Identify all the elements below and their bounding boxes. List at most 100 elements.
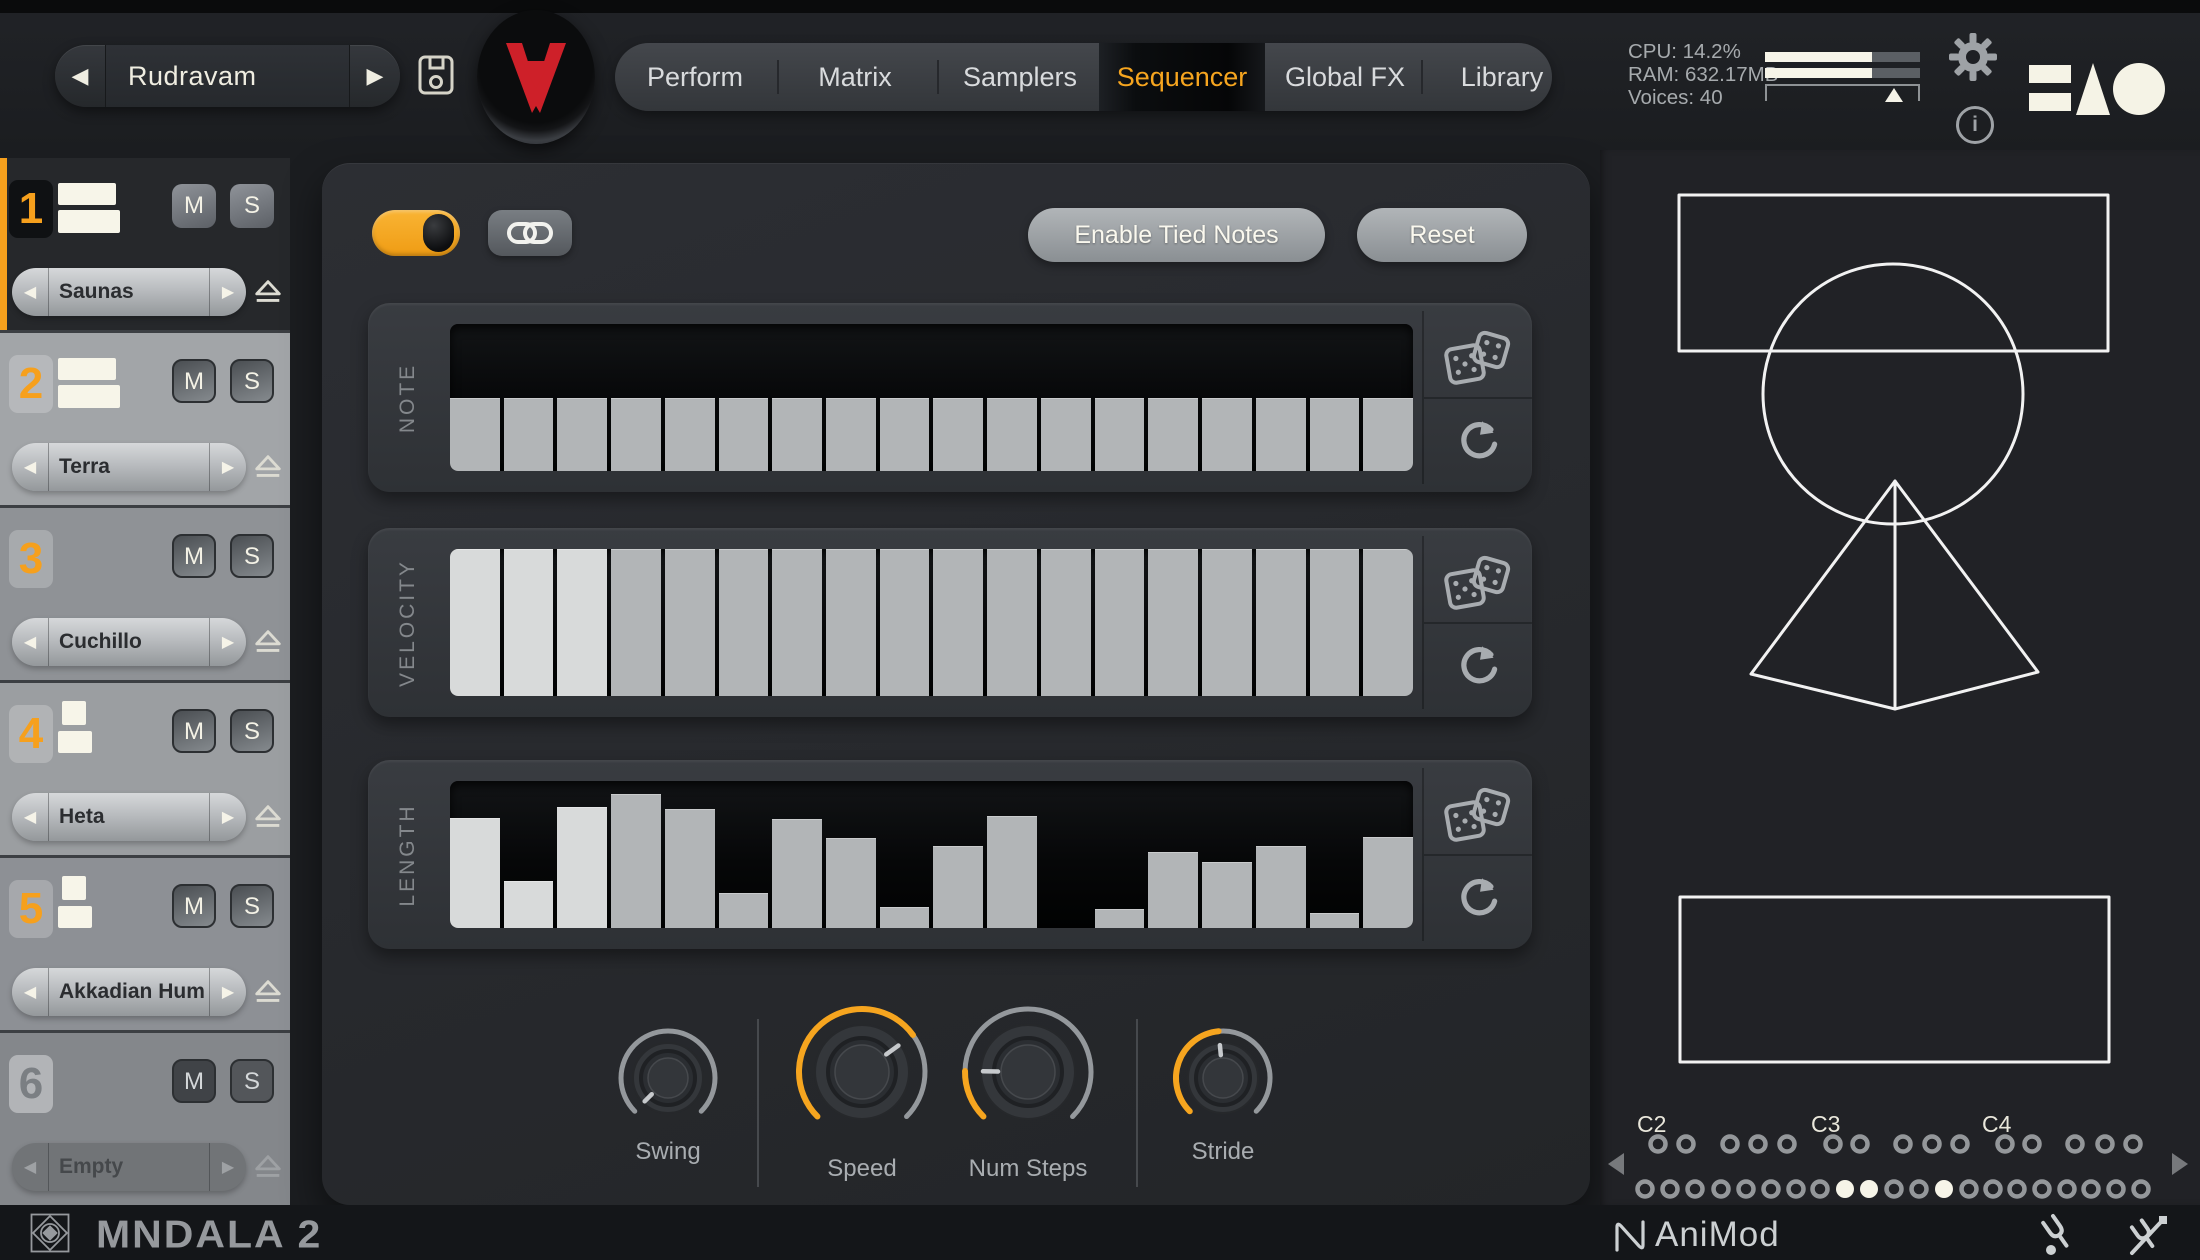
white-key-dot[interactable] — [1714, 1182, 1729, 1197]
step-bar[interactable] — [1041, 549, 1091, 696]
white-key-dot[interactable] — [1912, 1182, 1927, 1197]
tuning-fork-disabled-icon[interactable] — [2126, 1213, 2170, 1257]
mute-button[interactable]: M — [172, 884, 216, 928]
black-key-dot[interactable] — [2098, 1137, 2113, 1152]
chevron-right-icon[interactable]: ▶ — [209, 968, 246, 1016]
knob-num-steps[interactable] — [948, 992, 1108, 1152]
step-bar[interactable] — [1095, 909, 1145, 928]
knob-swing[interactable] — [588, 998, 748, 1158]
sequencer-enable-toggle[interactable] — [372, 210, 460, 256]
tab-global-fx[interactable]: Global FX — [1285, 43, 1405, 111]
step-bar[interactable] — [933, 398, 983, 472]
keyboard-scroll-right-icon[interactable] — [2172, 1153, 2188, 1175]
black-key-dot[interactable] — [1925, 1137, 1940, 1152]
tab-library[interactable]: Library — [1461, 43, 1544, 111]
solo-button[interactable]: S — [230, 709, 274, 753]
toggle-knob[interactable] — [423, 214, 454, 252]
step-bar[interactable] — [880, 907, 930, 928]
solo-button[interactable]: S — [230, 884, 274, 928]
black-key-dot[interactable] — [1679, 1137, 1694, 1152]
mute-button[interactable]: M — [172, 184, 216, 228]
white-key-dot-active[interactable] — [1935, 1180, 1953, 1198]
step-bar[interactable] — [1310, 913, 1360, 928]
step-bar[interactable] — [504, 549, 554, 696]
row-reset-icon[interactable] — [1454, 872, 1504, 922]
white-key-dot[interactable] — [1764, 1182, 1779, 1197]
output-slider[interactable] — [1765, 84, 1920, 101]
step-bar[interactable] — [450, 818, 500, 928]
chevron-left-icon[interactable]: ◀ — [12, 968, 49, 1016]
step-bar[interactable] — [1041, 398, 1091, 472]
tab-matrix[interactable]: Matrix — [818, 43, 892, 111]
step-bar[interactable] — [826, 838, 876, 928]
randomize-dice-icon[interactable] — [1442, 554, 1514, 618]
row-reset-icon[interactable] — [1454, 640, 1504, 690]
step-bar[interactable] — [1202, 862, 1252, 928]
step-bar[interactable] — [772, 549, 822, 696]
white-key-dot[interactable] — [1813, 1182, 1828, 1197]
sampler-slot-1[interactable]: 1MS◀Saunas▶ — [0, 158, 290, 330]
sampler-slot-4[interactable]: 4MS◀Heta▶ — [0, 683, 290, 855]
step-bar[interactable] — [933, 549, 983, 696]
step-bar[interactable] — [987, 816, 1037, 928]
step-bar[interactable] — [772, 398, 822, 472]
black-key-dot[interactable] — [2025, 1137, 2040, 1152]
eject-icon[interactable] — [252, 803, 284, 831]
step-bar[interactable] — [611, 549, 661, 696]
step-bar[interactable] — [665, 549, 715, 696]
step-bar[interactable] — [557, 398, 607, 472]
randomize-dice-icon[interactable] — [1442, 329, 1514, 393]
step-bar[interactable] — [1095, 549, 1145, 696]
black-key-dot[interactable] — [1853, 1137, 1868, 1152]
step-bar[interactable] — [1363, 837, 1413, 928]
eject-icon[interactable] — [252, 628, 284, 656]
chevron-left-icon[interactable]: ◀ — [12, 618, 49, 666]
step-bar[interactable] — [933, 846, 983, 928]
sample-selector[interactable]: ◀Saunas▶ — [12, 268, 246, 316]
eject-icon[interactable] — [252, 978, 284, 1006]
white-key-dot[interactable] — [1986, 1182, 2001, 1197]
step-bar[interactable] — [611, 398, 661, 472]
step-bar[interactable] — [772, 819, 822, 928]
eject-icon[interactable] — [252, 1153, 284, 1181]
keyboard-scroll-left-icon[interactable] — [1608, 1153, 1624, 1175]
solo-button[interactable]: S — [230, 184, 274, 228]
step-bar[interactable] — [1202, 549, 1252, 696]
step-bar[interactable] — [826, 549, 876, 696]
white-key-dot[interactable] — [2010, 1182, 2025, 1197]
step-bar[interactable] — [987, 549, 1037, 696]
step-bar[interactable] — [1148, 398, 1198, 472]
step-bar[interactable] — [1148, 852, 1198, 928]
sample-selector[interactable]: ◀Terra▶ — [12, 443, 246, 491]
black-key-dot[interactable] — [1953, 1137, 1968, 1152]
white-key-dot[interactable] — [2060, 1182, 2075, 1197]
black-key-dot[interactable] — [1651, 1137, 1666, 1152]
sampler-slot-6[interactable]: 6MS◀Empty▶ — [0, 1033, 290, 1205]
sample-selector[interactable]: ◀Empty▶ — [12, 1143, 246, 1191]
chevron-left-icon[interactable]: ◀ — [12, 793, 49, 841]
white-key-dot[interactable] — [1962, 1182, 1977, 1197]
chevron-right-icon[interactable]: ▶ — [209, 618, 246, 666]
white-key-dot[interactable] — [2035, 1182, 2050, 1197]
solo-button[interactable]: S — [230, 534, 274, 578]
white-key-dot[interactable] — [1638, 1182, 1653, 1197]
step-bar[interactable] — [1256, 549, 1306, 696]
chevron-left-icon[interactable]: ◀ — [12, 1143, 49, 1191]
preset-name[interactable]: Rudravam — [105, 45, 350, 107]
black-key-dot[interactable] — [1780, 1137, 1795, 1152]
sample-selector[interactable]: ◀Heta▶ — [12, 793, 246, 841]
tab-perform[interactable]: Perform — [647, 43, 743, 111]
keyboard-range[interactable]: C2C3C4 — [1637, 1111, 2149, 1198]
step-bar[interactable] — [880, 549, 930, 696]
mute-button[interactable]: M — [172, 709, 216, 753]
chevron-right-icon[interactable]: ▶ — [209, 793, 246, 841]
step-bar[interactable] — [1363, 549, 1413, 696]
step-bar[interactable] — [987, 398, 1037, 472]
white-key-dot[interactable] — [1887, 1182, 1902, 1197]
step-bar[interactable] — [1148, 549, 1198, 696]
black-key-dot[interactable] — [1751, 1137, 1766, 1152]
sample-selector[interactable]: ◀Akkadian Hum▶ — [12, 968, 246, 1016]
tab-samplers[interactable]: Samplers — [963, 43, 1077, 111]
step-bar[interactable] — [1202, 398, 1252, 472]
preset-navigator[interactable]: ◀ Rudravam ▶ — [55, 45, 400, 107]
